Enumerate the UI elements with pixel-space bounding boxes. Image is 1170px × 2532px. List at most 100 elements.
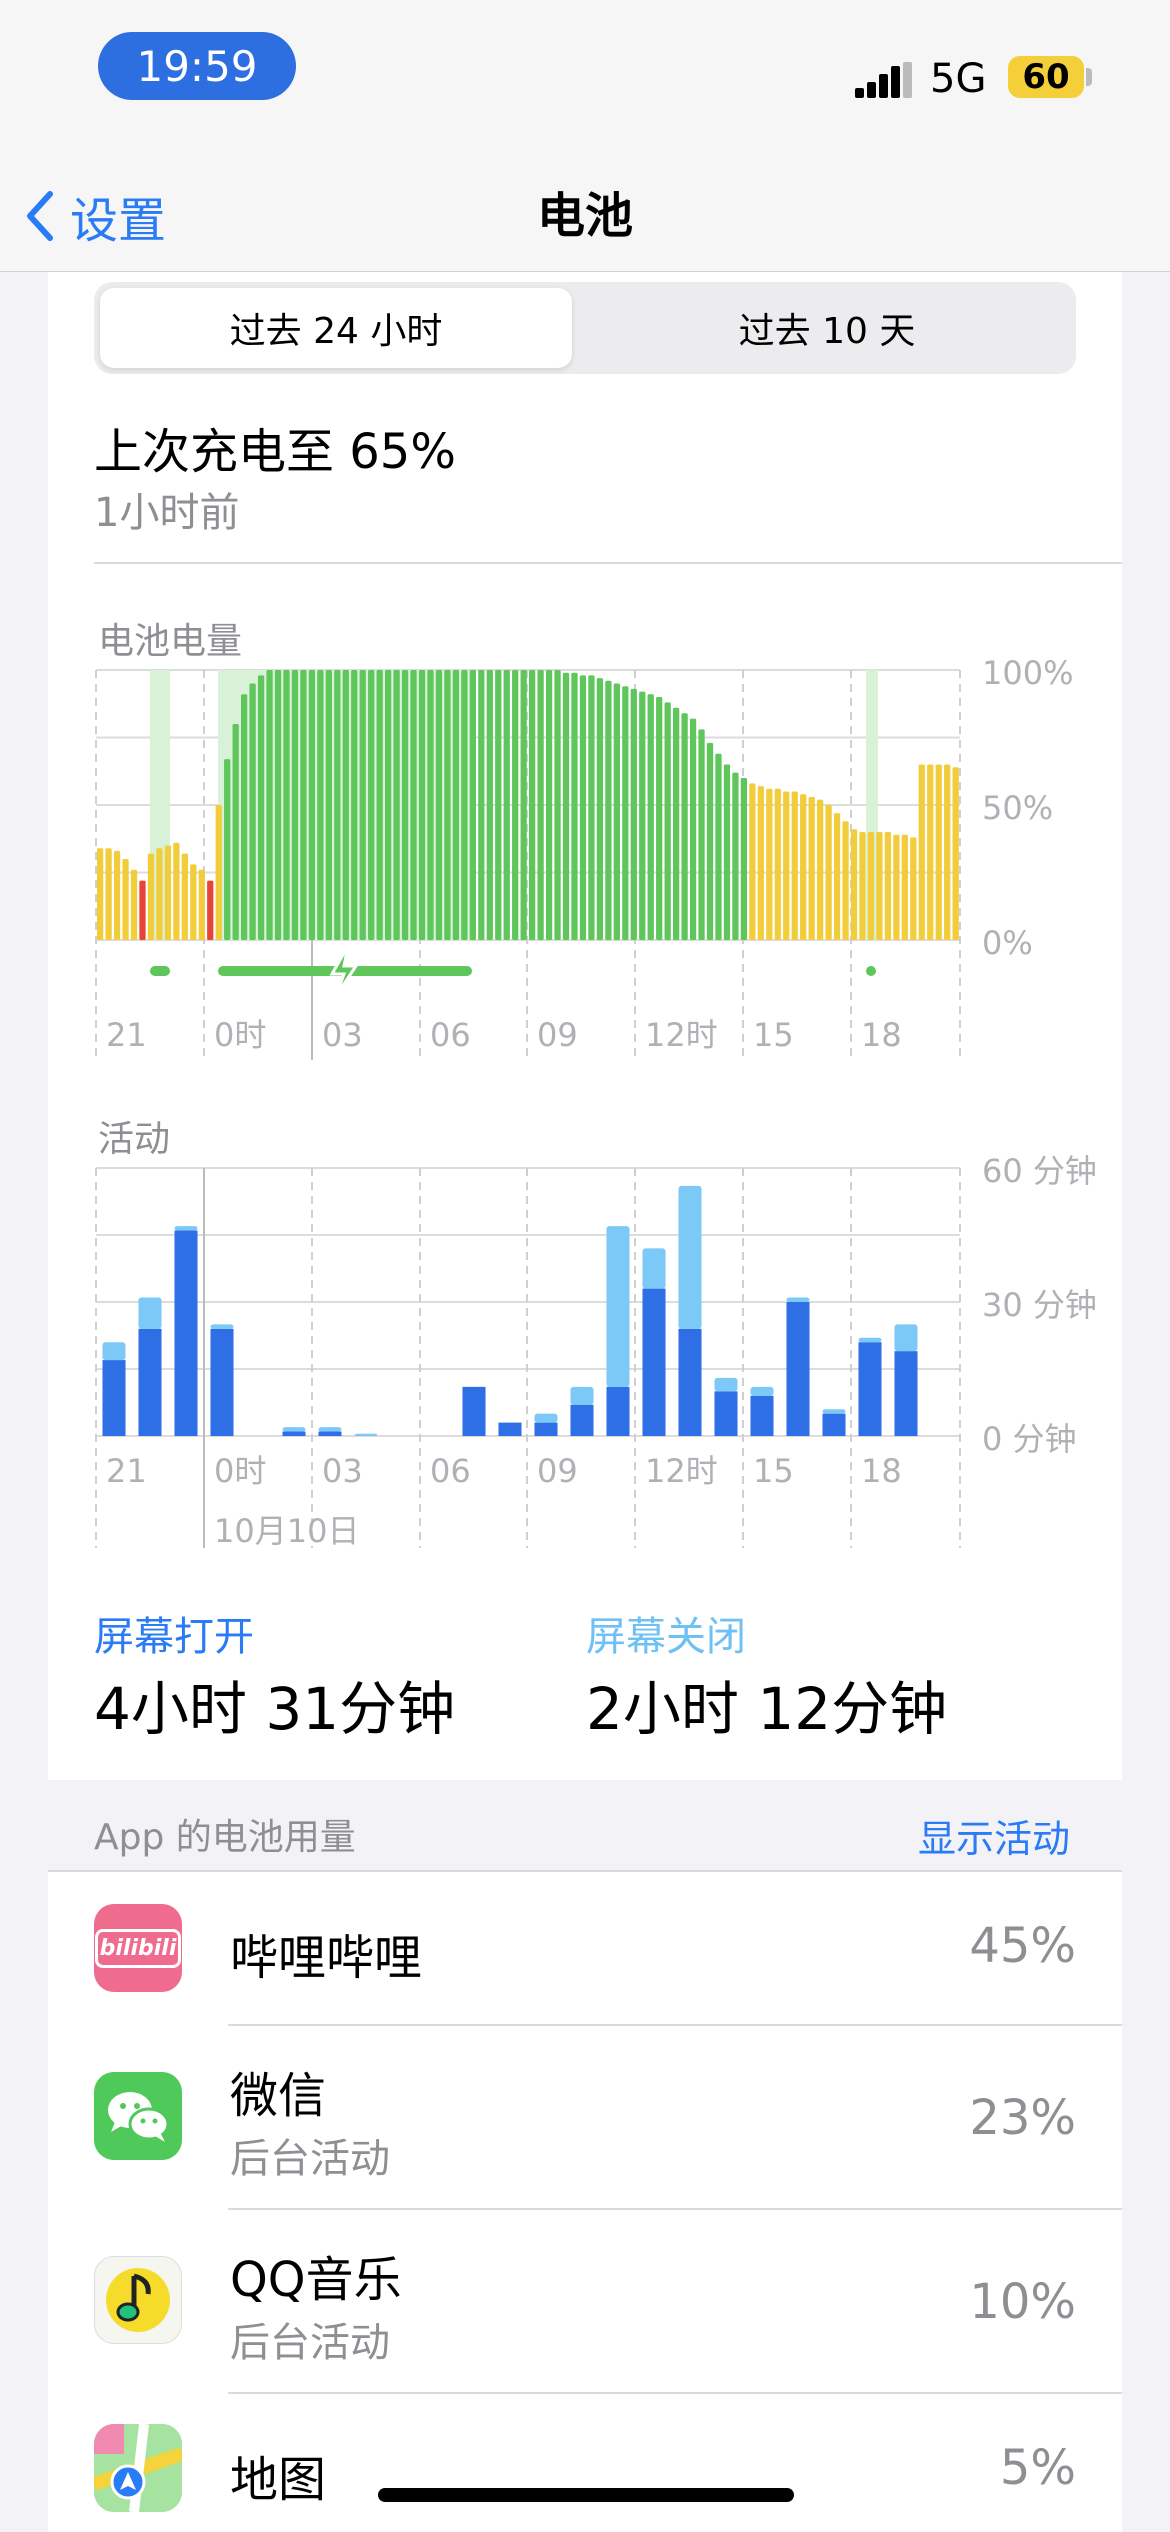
battery-bar bbox=[317, 670, 324, 940]
show-activity-button[interactable]: 显示活动 bbox=[918, 1808, 1070, 1863]
screen-off-bar bbox=[570, 1386, 594, 1405]
battery-bar bbox=[562, 672, 570, 940]
battery-bar bbox=[833, 813, 841, 940]
battery-bar bbox=[469, 670, 476, 940]
battery-bar bbox=[173, 842, 180, 940]
battery-bar bbox=[113, 850, 121, 940]
battery-bar bbox=[859, 832, 866, 940]
battery-bar bbox=[97, 848, 104, 940]
screen-off-bar bbox=[894, 1324, 918, 1352]
battery-bar bbox=[291, 670, 299, 940]
screen-off-bar bbox=[786, 1297, 810, 1302]
battery-bar bbox=[257, 675, 265, 940]
battery-bar bbox=[249, 683, 256, 940]
battery-bar bbox=[325, 670, 332, 940]
screen-on-bar bbox=[498, 1422, 522, 1436]
y-tick-label: 100% bbox=[982, 654, 1073, 692]
tab-last-10-days[interactable]: 过去 10 天 bbox=[584, 288, 1070, 368]
charging-indicator bbox=[150, 966, 170, 976]
battery-bar bbox=[613, 683, 620, 940]
screen-off-bar bbox=[174, 1226, 198, 1231]
battery-bar bbox=[605, 680, 612, 940]
app-subtitle: 后台活动 bbox=[230, 2320, 390, 2366]
screen-off-value: 2小时 12分钟 bbox=[586, 1675, 948, 1743]
screen-off-bar bbox=[642, 1248, 666, 1289]
app-row-wechat[interactable]: 微信 后台活动 23% bbox=[48, 2026, 1122, 2208]
page-title: 电池 bbox=[536, 188, 633, 244]
y-tick-label: 50% bbox=[982, 789, 1053, 827]
screen-off-bar bbox=[354, 1433, 378, 1436]
time-range-segmented-control: 过去 24 小时 过去 10 天 bbox=[94, 282, 1076, 374]
battery-bar bbox=[545, 670, 553, 940]
screen-off-bar bbox=[858, 1337, 882, 1343]
battery-bar bbox=[401, 670, 409, 940]
battery-bar bbox=[435, 670, 443, 940]
tab-last-24-hours[interactable]: 过去 24 小时 bbox=[100, 288, 572, 368]
battery-bar bbox=[927, 764, 934, 940]
battery-bar bbox=[512, 670, 519, 940]
battery-bar bbox=[749, 783, 756, 940]
y-tick-label: 0% bbox=[982, 924, 1033, 962]
x-tick-label: 18 bbox=[861, 1452, 902, 1490]
battery-bar bbox=[351, 670, 358, 940]
battery-bar bbox=[588, 675, 595, 940]
screen-off-bar bbox=[678, 1185, 702, 1329]
app-name: 微信 bbox=[230, 2068, 327, 2124]
y-tick-label: 0 分钟 bbox=[982, 1420, 1077, 1458]
battery-bar bbox=[842, 821, 849, 940]
battery-bar bbox=[673, 707, 680, 940]
battery-bar bbox=[664, 702, 671, 940]
back-button[interactable]: 设置 bbox=[24, 178, 166, 254]
screen-on-bar bbox=[822, 1413, 846, 1436]
battery-bar bbox=[368, 670, 375, 940]
battery-bar bbox=[918, 764, 925, 940]
screen-on-bar bbox=[102, 1360, 126, 1436]
app-name: 哔哩哔哩 bbox=[230, 1930, 423, 1986]
screen-off-bar bbox=[822, 1409, 846, 1414]
battery-bar bbox=[800, 794, 807, 940]
app-row-bilibili[interactable]: bilibili 哔哩哔哩 45% bbox=[48, 1872, 1122, 2024]
screen-off-bar bbox=[138, 1297, 162, 1329]
home-indicator[interactable] bbox=[378, 2488, 794, 2502]
app-name: 地图 bbox=[230, 2452, 327, 2508]
battery-bar bbox=[554, 670, 561, 940]
cellular-signal-icon bbox=[855, 62, 912, 98]
battery-bar bbox=[757, 786, 764, 940]
battery-bar bbox=[647, 694, 654, 940]
battery-bar bbox=[300, 670, 307, 940]
battery-bar bbox=[156, 848, 163, 940]
wechat-icon bbox=[94, 2072, 182, 2160]
screen-on-bar bbox=[462, 1386, 486, 1436]
battery-bar bbox=[359, 670, 366, 940]
y-tick-label: 30 分钟 bbox=[982, 1286, 1097, 1324]
battery-bar bbox=[308, 670, 316, 940]
battery-bar bbox=[774, 788, 781, 940]
app-row-qq-music[interactable]: QQ音乐 后台活动 10% bbox=[48, 2210, 1122, 2392]
x-tick-label: 0时 bbox=[214, 1452, 266, 1490]
map-arrow-icon bbox=[94, 2424, 182, 2512]
screen-on-bar bbox=[138, 1328, 162, 1436]
screen-off-label: 屏幕关闭 bbox=[586, 1614, 746, 1660]
screen-on-bar bbox=[894, 1351, 918, 1436]
battery-bar bbox=[876, 832, 883, 940]
activity-chart[interactable]: 60 分钟 30 分钟 0 分钟 21 0时 03 06 09 12时 15 18 10月10日 bbox=[0, 1148, 1170, 1558]
battery-bar bbox=[622, 686, 629, 940]
battery-bar bbox=[529, 670, 536, 940]
battery-icon: 60 bbox=[1008, 56, 1084, 98]
lightning-icon bbox=[329, 945, 359, 997]
battery-bar bbox=[893, 834, 900, 940]
screen-off-bar bbox=[210, 1324, 234, 1329]
battery-bar bbox=[283, 670, 290, 940]
status-time[interactable]: 19:59 bbox=[98, 32, 296, 100]
battery-bar bbox=[596, 678, 604, 940]
music-note-icon bbox=[106, 2268, 170, 2332]
app-percent: 5% bbox=[999, 2440, 1076, 2496]
qq-music-icon bbox=[94, 2256, 182, 2344]
battery-bar bbox=[147, 853, 155, 940]
y-tick-label: 60 分钟 bbox=[982, 1152, 1097, 1190]
app-row-maps[interactable]: 地图 5% bbox=[48, 2394, 1122, 2532]
battery-bar bbox=[274, 670, 282, 940]
battery-level-chart[interactable]: 100% 50% 0% 21 0时 03 06 09 12时 15 18 bbox=[0, 650, 1170, 1070]
date-label: 10月10日 bbox=[214, 1512, 359, 1550]
last-charge-title: 上次充电至 65% bbox=[94, 424, 456, 480]
